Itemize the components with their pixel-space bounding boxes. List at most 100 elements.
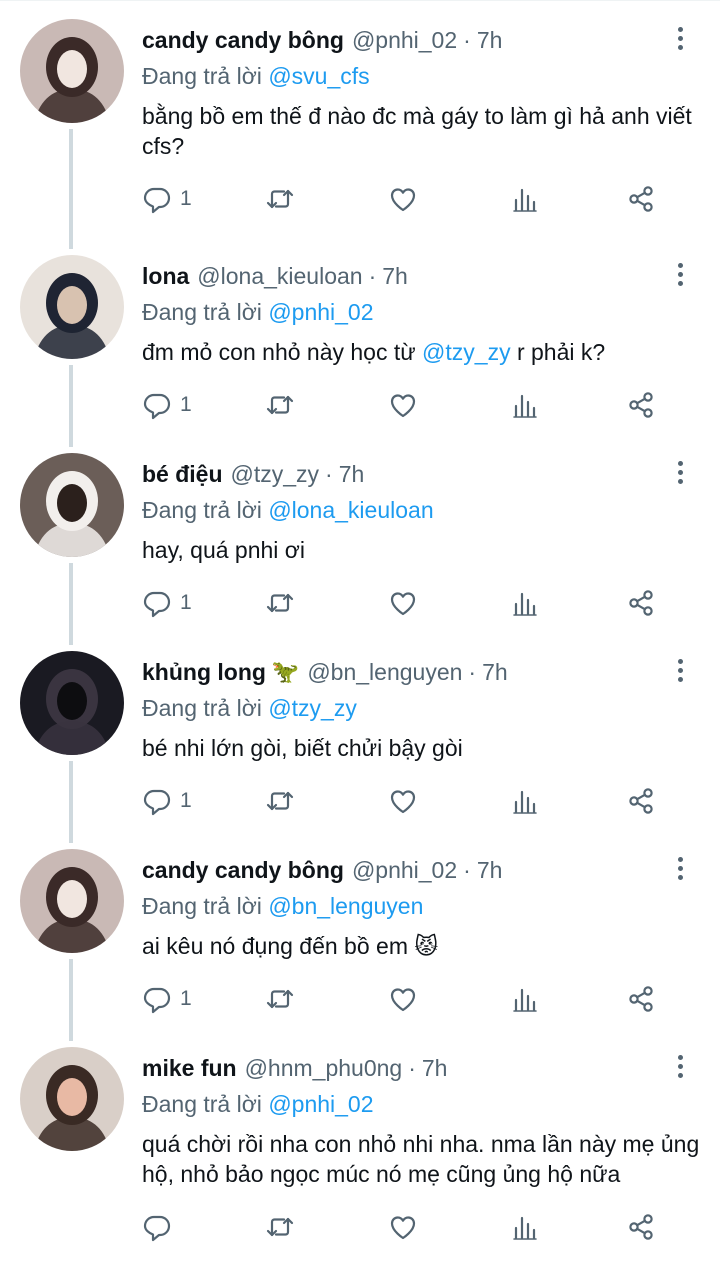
share-button[interactable] bbox=[626, 184, 656, 214]
tweet-text-segment: bé nhi lớn gòi, biết chửi bậy gòi bbox=[142, 735, 463, 761]
tweet-header: bé điệu @tzy_zy · 7h bbox=[142, 435, 700, 493]
tweet-text-segment: quá chời rồi nha con nhỏ nhi nha. nma lầ… bbox=[142, 1131, 700, 1187]
replying-to-label: Đang trả lời bbox=[142, 1091, 262, 1117]
share-icon bbox=[626, 588, 656, 618]
reply-count: 1 bbox=[180, 789, 192, 812]
user-handle[interactable]: @hnm_phu0ng bbox=[245, 1055, 403, 1082]
display-name[interactable]: lona bbox=[142, 263, 189, 290]
mention-link[interactable]: @tzy_zy bbox=[422, 339, 511, 365]
retweet-button[interactable] bbox=[265, 786, 388, 816]
tweet-text: bé nhi lớn gòi, biết chửi bậy gòi bbox=[142, 733, 700, 763]
share-button[interactable] bbox=[626, 786, 656, 816]
share-icon bbox=[626, 390, 656, 420]
reply-tweet[interactable]: bé điệu @tzy_zy · 7h Đang trả lời @lona_kieu… bbox=[0, 435, 720, 633]
reply-tweet[interactable]: mike fun @hnm_phu0ng · 7h Đang trả lời @pnhi… bbox=[0, 1029, 720, 1269]
replying-to-mention[interactable]: @bn_lenguyen bbox=[268, 893, 423, 919]
more-vertical-icon[interactable] bbox=[670, 27, 690, 55]
timestamp[interactable]: 7h bbox=[382, 263, 408, 290]
user-handle[interactable]: @tzy_zy bbox=[231, 461, 320, 488]
action-bar: 1 bbox=[142, 969, 700, 1029]
timestamp[interactable]: 7h bbox=[422, 1055, 448, 1082]
share-button[interactable] bbox=[626, 984, 656, 1014]
thread-connector-line bbox=[69, 129, 73, 237]
retweet-button[interactable] bbox=[265, 390, 388, 420]
timestamp[interactable]: 7h bbox=[477, 857, 503, 884]
reply-button[interactable]: 1 bbox=[142, 588, 265, 618]
avatar[interactable] bbox=[20, 255, 124, 359]
separator-dot: · bbox=[408, 1054, 416, 1081]
more-vertical-icon[interactable] bbox=[670, 263, 690, 291]
avatar[interactable] bbox=[20, 453, 124, 557]
reply-tweet[interactable]: candy candy bông @pnhi_02 · 7h Đang trả lời … bbox=[0, 831, 720, 1029]
share-icon bbox=[626, 184, 656, 214]
share-button[interactable] bbox=[626, 588, 656, 618]
replying-to-mention[interactable]: @pnhi_02 bbox=[268, 1091, 373, 1117]
user-handle[interactable]: @pnhi_02 bbox=[352, 27, 457, 54]
like-button[interactable] bbox=[388, 984, 510, 1014]
retweet-button[interactable] bbox=[265, 588, 388, 618]
user-handle[interactable]: @lona_kieuloan bbox=[197, 263, 362, 290]
reply-count: 1 bbox=[180, 591, 192, 614]
timestamp[interactable]: 7h bbox=[339, 461, 365, 488]
avatar[interactable] bbox=[20, 1047, 124, 1151]
reply-tweet[interactable]: lona @lona_kieuloan · 7h Đang trả lời @pnhi_… bbox=[0, 237, 720, 435]
retweet-button[interactable] bbox=[265, 984, 388, 1014]
display-name[interactable]: candy candy bông bbox=[142, 857, 344, 884]
display-name[interactable]: bé điệu bbox=[142, 461, 223, 488]
views-button[interactable] bbox=[510, 184, 626, 214]
like-button[interactable] bbox=[388, 184, 510, 214]
more-vertical-icon[interactable] bbox=[670, 659, 690, 687]
replying-to-mention[interactable]: @tzy_zy bbox=[268, 695, 357, 721]
like-button[interactable] bbox=[388, 588, 510, 618]
share-button[interactable] bbox=[626, 390, 656, 420]
more-vertical-icon[interactable] bbox=[670, 461, 690, 489]
replying-to-mention[interactable]: @pnhi_02 bbox=[268, 299, 373, 325]
replying-to-label: Đang trả lời bbox=[142, 299, 262, 325]
replying-to-mention[interactable]: @lona_kieuloan bbox=[268, 497, 433, 523]
views-button[interactable] bbox=[510, 588, 626, 618]
replying-to-mention[interactable]: @svu_cfs bbox=[268, 63, 369, 89]
more-vertical-icon[interactable] bbox=[670, 857, 690, 885]
tweet-text-segment: r phải k? bbox=[510, 339, 606, 365]
retweet-icon bbox=[265, 1212, 295, 1242]
reply-button[interactable]: 1 bbox=[142, 984, 265, 1014]
reply-tweet[interactable]: khủng long 🦖 @bn_lenguyen · 7h Đang trả lời @… bbox=[0, 633, 720, 831]
views-button[interactable] bbox=[510, 1212, 626, 1242]
avatar[interactable] bbox=[20, 19, 124, 123]
reply-thread: candy candy bông @pnhi_02 · 7h Đang trả lời … bbox=[0, 1, 720, 1269]
replying-to-label: Đang trả lời bbox=[142, 63, 262, 89]
avatar[interactable] bbox=[20, 849, 124, 953]
reply-button[interactable] bbox=[142, 1212, 265, 1242]
heart-icon bbox=[388, 984, 418, 1014]
views-button[interactable] bbox=[510, 390, 626, 420]
display-name[interactable]: khủng long bbox=[142, 659, 266, 686]
reply-count: 1 bbox=[180, 393, 192, 416]
share-button[interactable] bbox=[626, 1212, 656, 1242]
display-name[interactable]: mike fun bbox=[142, 1055, 237, 1082]
timestamp[interactable]: 7h bbox=[477, 27, 503, 54]
share-icon bbox=[626, 786, 656, 816]
tweet-header: mike fun @hnm_phu0ng · 7h bbox=[142, 1029, 700, 1087]
views-icon bbox=[510, 588, 540, 618]
like-button[interactable] bbox=[388, 390, 510, 420]
retweet-button[interactable] bbox=[265, 184, 388, 214]
retweet-button[interactable] bbox=[265, 1212, 388, 1242]
more-vertical-icon[interactable] bbox=[670, 1055, 690, 1083]
like-button[interactable] bbox=[388, 786, 510, 816]
avatar[interactable] bbox=[20, 651, 124, 755]
display-name[interactable]: candy candy bông bbox=[142, 27, 344, 54]
reply-button[interactable]: 1 bbox=[142, 184, 265, 214]
thread-connector-line bbox=[69, 435, 73, 447]
reply-tweet[interactable]: candy candy bông @pnhi_02 · 7h Đang trả lời … bbox=[0, 1, 720, 237]
timestamp[interactable]: 7h bbox=[482, 659, 508, 686]
reply-button[interactable]: 1 bbox=[142, 390, 265, 420]
retweet-icon bbox=[265, 786, 295, 816]
user-handle[interactable]: @pnhi_02 bbox=[352, 857, 457, 884]
separator-dot: · bbox=[463, 856, 471, 883]
name-emoji: 🦖 bbox=[271, 659, 300, 684]
views-button[interactable] bbox=[510, 984, 626, 1014]
reply-button[interactable]: 1 bbox=[142, 786, 265, 816]
user-handle[interactable]: @bn_lenguyen bbox=[307, 659, 462, 686]
views-button[interactable] bbox=[510, 786, 626, 816]
like-button[interactable] bbox=[388, 1212, 510, 1242]
